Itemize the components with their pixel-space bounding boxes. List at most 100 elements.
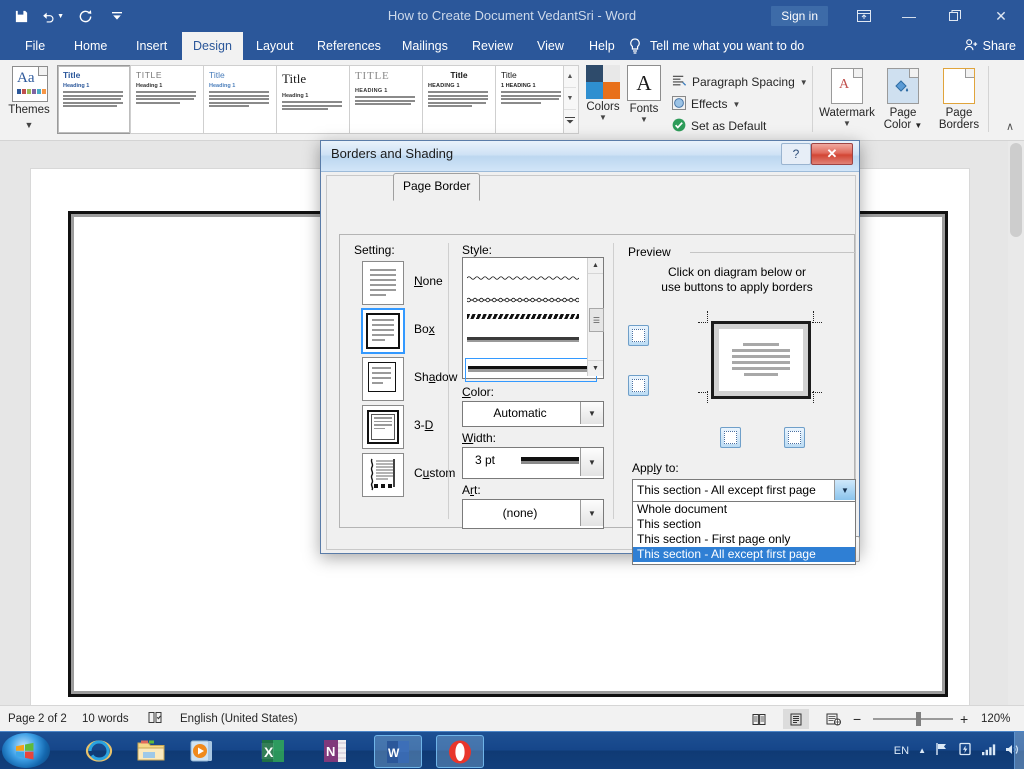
save-icon[interactable] bbox=[10, 5, 32, 27]
tab-file[interactable]: File bbox=[14, 32, 56, 60]
style-thick-thin-selected[interactable] bbox=[465, 358, 597, 382]
start-button[interactable] bbox=[2, 733, 50, 768]
apply-to-dropdown-list[interactable]: Whole document This section This section… bbox=[632, 501, 856, 565]
gallery-scroll-up-button[interactable]: ▲ bbox=[564, 66, 576, 88]
tab-design[interactable]: Design bbox=[182, 32, 243, 60]
chevron-down-icon[interactable]: ▼ bbox=[834, 480, 855, 500]
style-list-scrollbar[interactable]: ▲ ☰ ▼ bbox=[587, 258, 604, 376]
tell-me-box[interactable]: Tell me what you want to do bbox=[650, 32, 804, 60]
chevron-down-icon[interactable]: ▼ bbox=[580, 500, 603, 526]
style-scroll-thumb[interactable]: ☰ bbox=[589, 308, 604, 332]
zoom-slider-thumb[interactable] bbox=[916, 712, 921, 726]
gallery-scroll-down-button[interactable]: ▼ bbox=[564, 88, 576, 110]
fonts-dropdown-caret-icon[interactable]: ▼ bbox=[624, 115, 664, 124]
print-layout-view-button[interactable] bbox=[783, 709, 809, 729]
language-indicator[interactable]: English (United States) bbox=[180, 706, 298, 732]
zoom-in-button[interactable]: + bbox=[960, 706, 968, 732]
action-center-flag-icon[interactable] bbox=[935, 742, 949, 759]
zoom-level[interactable]: 120% bbox=[981, 706, 1010, 732]
redo-icon[interactable] bbox=[74, 5, 96, 27]
tab-view[interactable]: View bbox=[526, 32, 575, 60]
proofing-errors-icon[interactable] bbox=[148, 706, 162, 732]
width-combo[interactable]: 3 pt ▼ bbox=[462, 447, 604, 479]
apply-to-option[interactable]: Whole document bbox=[633, 502, 855, 517]
themes-dropdown-caret-icon[interactable]: ▼ bbox=[0, 120, 58, 130]
taskbar-opera[interactable] bbox=[436, 735, 484, 768]
theme-gallery-item[interactable]: Title Heading 1 bbox=[203, 65, 277, 134]
taskbar-onenote[interactable]: N bbox=[312, 735, 358, 766]
color-combo[interactable]: Automatic ▼ bbox=[462, 401, 604, 427]
preview-bottom-border-button[interactable] bbox=[628, 375, 649, 396]
tab-home[interactable]: Home bbox=[63, 32, 118, 60]
colors-dropdown-caret-icon[interactable]: ▼ bbox=[582, 113, 624, 122]
themes-button[interactable]: Aa Themes ▼ bbox=[0, 60, 56, 140]
theme-colors-button[interactable]: Colors ▼ bbox=[582, 65, 624, 122]
dialog-title-bar[interactable]: Borders and Shading ? ✕ bbox=[321, 141, 859, 172]
preview-top-border-button[interactable] bbox=[628, 325, 649, 346]
style-scroll-up-button[interactable]: ▲ bbox=[588, 258, 603, 274]
zoom-out-button[interactable]: − bbox=[853, 706, 861, 732]
style-wavy-thin[interactable] bbox=[466, 270, 580, 280]
show-desktop-button[interactable] bbox=[1014, 732, 1024, 769]
paragraph-spacing-button[interactable]: Paragraph Spacing ▼ bbox=[672, 72, 808, 92]
scrollbar-thumb[interactable] bbox=[1010, 143, 1022, 237]
close-icon[interactable]: ✕ bbox=[978, 0, 1024, 32]
effects-button[interactable]: Effects ▼ bbox=[672, 94, 740, 114]
taskbar-internet-explorer[interactable] bbox=[76, 735, 122, 766]
tab-layout[interactable]: Layout bbox=[245, 32, 305, 60]
watermark-dropdown-caret-icon[interactable]: ▼ bbox=[818, 119, 876, 128]
web-layout-view-button[interactable] bbox=[820, 709, 846, 729]
network-icon[interactable] bbox=[981, 743, 996, 759]
zoom-slider[interactable] bbox=[873, 712, 953, 726]
page-color-button[interactable]: Page Color ▼ bbox=[874, 64, 932, 132]
apply-to-option[interactable]: This section - First page only bbox=[633, 532, 855, 547]
tray-language[interactable]: EN bbox=[894, 745, 909, 757]
watermark-button[interactable]: A Watermark ▼ bbox=[818, 64, 876, 128]
ribbon-display-options-icon[interactable] bbox=[842, 0, 886, 32]
theme-gallery-item[interactable]: TITLE Heading 1 bbox=[130, 65, 204, 134]
tab-insert[interactable]: Insert bbox=[125, 32, 178, 60]
theme-gallery-item[interactable]: Title Heading 1 bbox=[276, 65, 350, 134]
style-scroll-down-button[interactable]: ▼ bbox=[588, 360, 603, 376]
undo-icon[interactable]: ▼ bbox=[42, 5, 64, 27]
gallery-more-button[interactable] bbox=[564, 110, 576, 131]
tab-page-border[interactable]: Page Border bbox=[393, 173, 481, 201]
taskbar-file-explorer[interactable] bbox=[128, 735, 174, 766]
restore-icon[interactable] bbox=[932, 0, 978, 32]
tab-references[interactable]: References bbox=[306, 32, 392, 60]
style-list[interactable]: ▲ ☰ ▼ bbox=[462, 257, 604, 382]
chevron-down-icon[interactable]: ▼ bbox=[580, 402, 603, 424]
share-button[interactable]: Share bbox=[964, 32, 1016, 60]
taskbar-word[interactable]: W bbox=[374, 735, 422, 768]
taskbar-excel[interactable]: X bbox=[250, 735, 296, 766]
apply-to-option[interactable]: This section bbox=[633, 517, 855, 532]
chevron-down-icon[interactable]: ▼ bbox=[732, 100, 740, 109]
dialog-close-button[interactable]: ✕ bbox=[811, 143, 853, 165]
collapse-ribbon-button[interactable]: ∧ bbox=[1006, 120, 1014, 133]
style-wavy-double[interactable] bbox=[466, 292, 580, 303]
apply-to-combo[interactable]: This section - All except first page ▼ bbox=[632, 479, 856, 503]
apply-to-option-selected[interactable]: This section - All except first page bbox=[633, 547, 855, 562]
page-borders-button[interactable]: Page Borders bbox=[930, 64, 988, 131]
gallery-scrollbar[interactable]: ▲ ▼ bbox=[563, 65, 579, 134]
preview-diagram[interactable] bbox=[711, 321, 811, 399]
preview-left-border-button[interactable] bbox=[720, 427, 741, 448]
style-dashed-heavy[interactable] bbox=[467, 314, 579, 319]
read-mode-view-button[interactable] bbox=[746, 709, 772, 729]
tab-mailings[interactable]: Mailings bbox=[391, 32, 459, 60]
theme-gallery-item[interactable]: Title HEADING 1 bbox=[422, 65, 496, 134]
battery-icon[interactable] bbox=[958, 742, 972, 759]
page-indicator[interactable]: Page 2 of 2 bbox=[8, 706, 67, 732]
set-as-default-button[interactable]: Set as Default bbox=[672, 116, 766, 136]
tab-help[interactable]: Help bbox=[578, 32, 626, 60]
chevron-down-icon[interactable]: ▼ bbox=[800, 78, 808, 87]
dialog-help-button[interactable]: ? bbox=[781, 143, 811, 165]
document-vertical-scrollbar[interactable] bbox=[1008, 141, 1024, 705]
theme-gallery-item[interactable]: Title 1 HEADING 1 bbox=[495, 65, 569, 134]
tab-review[interactable]: Review bbox=[461, 32, 524, 60]
theme-gallery-item[interactable]: TITLE HEADING 1 bbox=[349, 65, 423, 134]
theme-fonts-button[interactable]: A Fonts ▼ bbox=[624, 65, 664, 124]
sign-in-button[interactable]: Sign in bbox=[771, 6, 828, 26]
art-combo[interactable]: (none) ▼ bbox=[462, 499, 604, 529]
style-thick-thin-gray[interactable] bbox=[467, 337, 579, 343]
